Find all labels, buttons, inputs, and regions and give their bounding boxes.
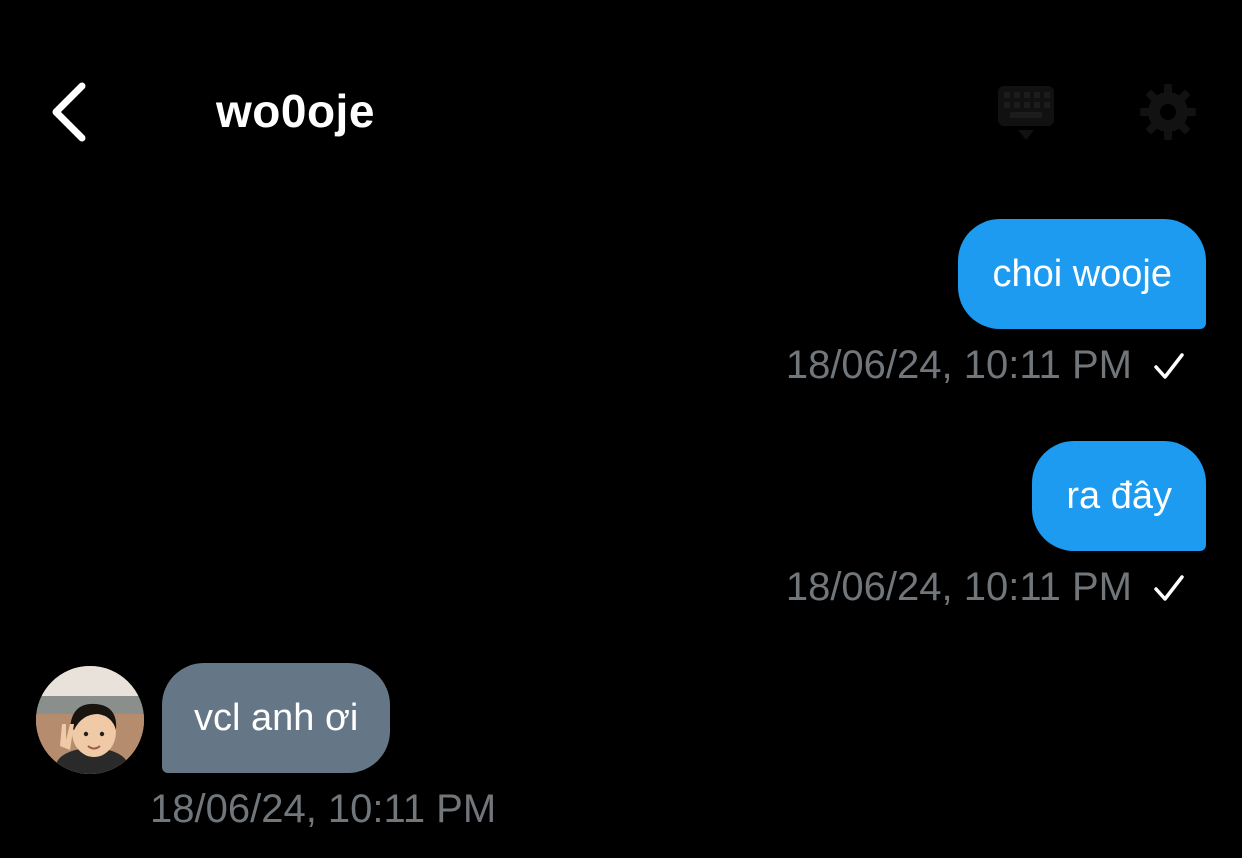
message-timestamp: 18/06/24, 10:11 PM <box>785 565 1132 609</box>
message-text: choi wooje <box>992 252 1172 295</box>
message-row: ra đây 18/06/24, 10:11 PM <box>0 441 1242 621</box>
message-meta: 18/06/24, 10:11 PM <box>786 343 1186 388</box>
avatar-image <box>36 666 144 774</box>
conversation-title[interactable]: wo0oje <box>216 84 375 138</box>
message-meta: 18/06/24, 10:11 PM <box>150 787 496 832</box>
chevron-left-icon <box>52 82 86 142</box>
message-timestamp: 18/06/24, 10:11 PM <box>785 343 1132 387</box>
outgoing-message-bubble[interactable]: choi wooje <box>958 219 1206 329</box>
message-meta: 18/06/24, 10:11 PM <box>786 565 1186 610</box>
message-row: choi wooje 18/06/24, 10:11 PM <box>0 219 1242 399</box>
conversation-header: wo0oje <box>0 0 1242 200</box>
keypad-button[interactable] <box>992 78 1060 146</box>
message-text: ra đây <box>1066 474 1172 517</box>
outgoing-message-bubble[interactable]: ra đây <box>1032 441 1206 551</box>
incoming-message-bubble[interactable]: vcl anh ơi <box>162 663 391 773</box>
message-row: vcl anh ơi 18/06/24, 10:11 PM <box>0 663 1242 843</box>
checkmark-icon <box>1154 352 1184 379</box>
gear-icon <box>1140 84 1196 140</box>
message-timestamp: 18/06/24, 10:11 PM <box>150 787 497 831</box>
keypad-icon <box>998 86 1054 140</box>
settings-button[interactable] <box>1134 78 1202 146</box>
back-button[interactable] <box>36 72 100 152</box>
message-text: vcl anh ơi <box>194 696 359 739</box>
avatar[interactable] <box>36 666 144 774</box>
checkmark-icon <box>1154 574 1184 601</box>
